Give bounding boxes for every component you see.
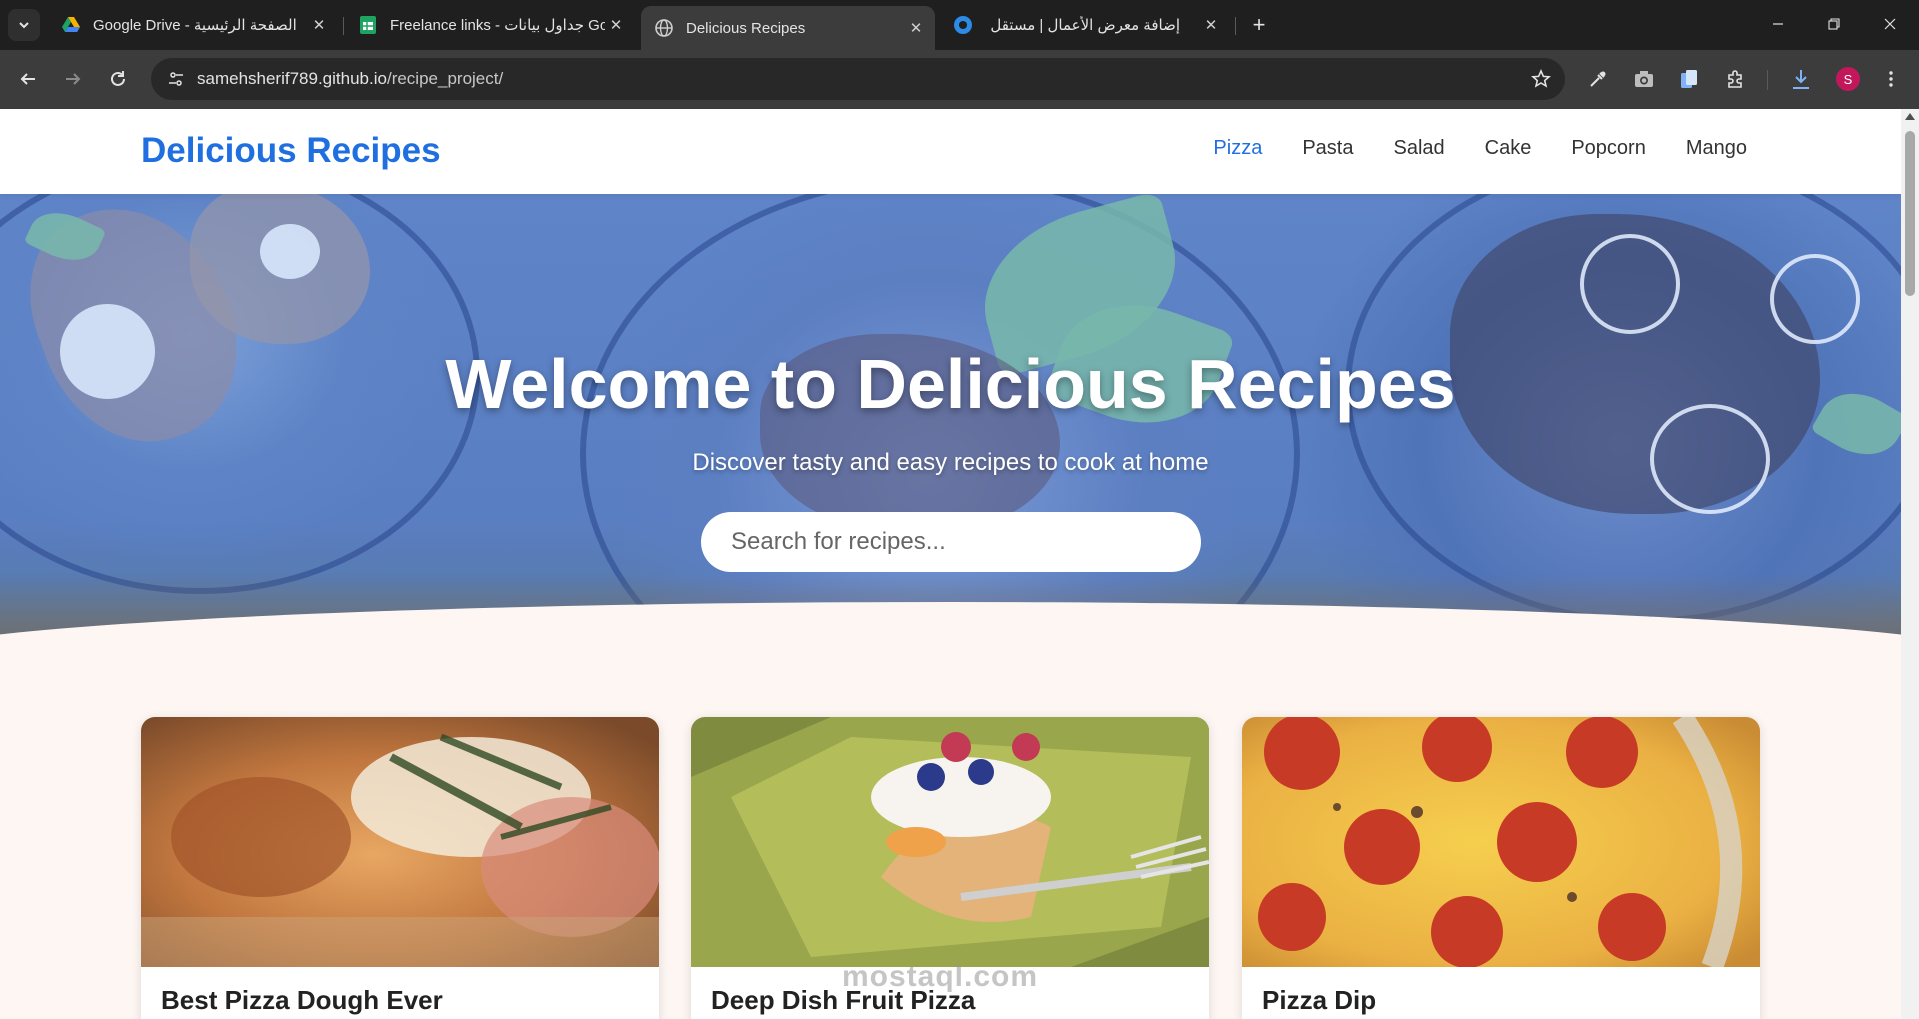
close-window-button[interactable]: [1862, 0, 1918, 48]
address-bar[interactable]: samehsherif789.github.io/recipe_project/: [151, 58, 1565, 100]
recipe-card[interactable]: Best Pizza Dough Ever: [141, 717, 659, 1019]
watermark: mostaql.com: [842, 960, 1039, 993]
recipe-image-pizza-dip: [1242, 717, 1760, 967]
downloads-icon[interactable]: [1787, 65, 1815, 93]
nav-item-cake[interactable]: Cake: [1485, 137, 1532, 160]
eyedropper-extension-icon[interactable]: [1584, 65, 1612, 93]
site-header: Delicious Recipes Pizza Pasta Salad Cake…: [0, 109, 1901, 194]
scrollbar-thumb[interactable]: [1905, 131, 1915, 296]
browser-toolbar: samehsherif789.github.io/recipe_project/: [0, 50, 1919, 109]
recipe-image-fruit-pizza: [691, 717, 1209, 967]
recipe-title: Best Pizza Dough Ever: [161, 985, 443, 1015]
minimize-icon: [1773, 23, 1783, 25]
close-icon[interactable]: ✕: [905, 17, 927, 39]
nav-item-pasta[interactable]: Pasta: [1302, 137, 1353, 160]
nav-item-pizza[interactable]: Pizza: [1213, 137, 1262, 160]
page-scrollbar[interactable]: [1901, 109, 1919, 1019]
url-path: /recipe_project/: [386, 69, 504, 88]
back-button[interactable]: [12, 63, 44, 95]
google-drive-icon: [62, 16, 80, 34]
restore-icon: [1828, 18, 1840, 30]
reload-icon: [111, 71, 125, 86]
site-logo[interactable]: Delicious Recipes: [141, 131, 441, 171]
chevron-down-icon: [19, 22, 29, 29]
tab-separator: [1235, 17, 1236, 35]
globe-icon: [655, 19, 673, 37]
nav-item-popcorn[interactable]: Popcorn: [1571, 137, 1646, 160]
camera-extension-icon[interactable]: [1630, 65, 1658, 93]
nav-item-mango[interactable]: Mango: [1686, 137, 1747, 160]
hero-section: Welcome to Delicious Recipes Discover ta…: [0, 194, 1901, 656]
reload-button[interactable]: [102, 63, 134, 95]
recipe-title: Pizza Dip: [1262, 985, 1377, 1015]
scroll-up-arrow-icon[interactable]: [1905, 113, 1915, 120]
tab-search-button[interactable]: [8, 9, 40, 41]
new-tab-button[interactable]: +: [1244, 10, 1274, 40]
recipe-image-pizza-dough: [141, 717, 659, 967]
arrow-right-icon: [66, 73, 81, 85]
tab-google-drive[interactable]: Google Drive - الصفحة الرئيسية ✕: [48, 8, 338, 42]
tab-separator: [343, 17, 344, 35]
tab-title: Delicious Recipes: [686, 19, 806, 37]
google-sheets-icon: [359, 16, 377, 34]
nav-item-salad[interactable]: Salad: [1393, 137, 1444, 160]
browser-tab-bar: Google Drive - الصفحة الرئيسية ✕ Freelan…: [0, 0, 1919, 50]
tab-title: إضافة معرض الأعمال | مستقل: [990, 17, 1180, 34]
plus-icon: +: [1252, 12, 1266, 37]
extensions-puzzle-icon[interactable]: [1721, 65, 1749, 93]
bookmark-star-icon[interactable]: [1529, 67, 1553, 91]
mostaql-icon: [954, 16, 972, 34]
recipe-search-input[interactable]: [701, 512, 1201, 572]
forward-button[interactable]: [57, 63, 89, 95]
web-page: Delicious Recipes Pizza Pasta Salad Cake…: [0, 109, 1901, 1019]
close-icon[interactable]: ✕: [308, 14, 330, 36]
hero-subtitle: Discover tasty and easy recipes to cook …: [692, 449, 1209, 476]
arrow-left-icon: [20, 73, 35, 85]
site-info-icon[interactable]: [163, 66, 189, 92]
copy-extension-icon[interactable]: [1675, 65, 1703, 93]
profile-avatar[interactable]: S: [1836, 67, 1860, 91]
tab-title: Google Drive - الصفحة الرئيسية: [93, 17, 297, 34]
tab-freelance-links[interactable]: Freelance links - جداول بيانات Go ✕: [345, 8, 635, 42]
toolbar-divider: [1767, 70, 1768, 90]
main-nav: Pizza Pasta Salad Cake Popcorn Mango: [1173, 137, 1747, 160]
close-icon[interactable]: ✕: [1200, 14, 1222, 36]
hero-title: Welcome to Delicious Recipes: [445, 345, 1456, 423]
close-icon: [1884, 18, 1896, 30]
tab-delicious-recipes[interactable]: Delicious Recipes ✕: [641, 6, 935, 50]
close-icon[interactable]: ✕: [605, 14, 627, 36]
tab-mostaql-portfolio[interactable]: إضافة معرض الأعمال | مستقل ✕: [940, 8, 1230, 42]
tab-title: Freelance links - جداول بيانات Go: [390, 17, 605, 34]
url-text[interactable]: samehsherif789.github.io/recipe_project/: [197, 69, 503, 89]
url-host: samehsherif789.github.io: [197, 69, 387, 88]
minimize-button[interactable]: [1750, 0, 1806, 48]
recipe-card[interactable]: Pizza Dip: [1242, 717, 1760, 1019]
restore-button[interactable]: [1806, 0, 1862, 48]
chrome-menu-icon[interactable]: [1877, 65, 1905, 93]
